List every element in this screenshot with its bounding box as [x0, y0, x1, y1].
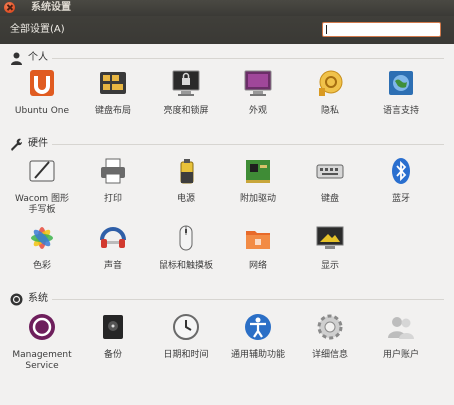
settings-item-mouse-touchpad[interactable]: 鼠标和触摸板 — [154, 223, 218, 272]
appearance-icon — [244, 70, 272, 96]
item-label: 备份 — [103, 350, 122, 360]
settings-item-brightness-lock[interactable]: 亮度和锁屏 — [154, 68, 218, 117]
close-button[interactable] — [4, 2, 15, 13]
window-title: 系统设置 — [31, 2, 71, 13]
settings-item-accessibility[interactable]: 通用辅助功能 — [226, 312, 290, 361]
network-icon — [246, 231, 270, 249]
keyboard-layout-icon — [100, 72, 126, 94]
item-label: 声音 — [103, 261, 122, 271]
search-input[interactable] — [322, 22, 441, 37]
language-support-icon — [389, 71, 413, 95]
settings-item-keyboard[interactable]: 键盘 — [298, 156, 362, 205]
mouse-touchpad-icon — [179, 225, 193, 251]
keyboard-icon — [316, 164, 344, 179]
privacy-icon — [319, 70, 343, 96]
settings-item-management-service[interactable]: Management Service — [10, 312, 74, 372]
ubuntu-logo-icon — [10, 293, 23, 306]
item-label: 键盘 — [320, 194, 339, 204]
item-label: 附加驱动 — [239, 194, 276, 204]
settings-panel: 个人 Ubuntu One 键盘布局 亮度和锁屏 外观 隐私 语言支持 硬件 W… — [0, 44, 454, 405]
settings-item-backup[interactable]: 备份 — [81, 312, 145, 361]
item-label: 鼠标和触摸板 — [158, 261, 213, 271]
section-title-system: 系统 — [28, 293, 48, 304]
section-divider — [52, 58, 444, 59]
item-label: 用户账户 — [382, 350, 419, 360]
settings-item-details[interactable]: 详细信息 — [298, 312, 362, 361]
item-label: 显示 — [320, 261, 339, 271]
user-accounts-icon — [388, 317, 414, 339]
settings-item-wacom[interactable]: Wacom 图形 手写板 — [10, 156, 74, 216]
system-settings-window: 系统设置 全部设置(A) 个人 Ubuntu One 键盘布局 亮度和锁屏 外观… — [0, 0, 454, 405]
item-label: 打印 — [103, 194, 122, 204]
settings-item-power[interactable]: 电源 — [154, 156, 218, 205]
settings-item-appearance[interactable]: 外观 — [226, 68, 290, 117]
backup-icon — [103, 315, 123, 339]
section-divider — [52, 299, 444, 300]
brightness-lock-icon — [172, 70, 200, 96]
wrench-icon — [11, 138, 23, 151]
item-label: Management Service — [12, 350, 72, 371]
title-bar: 系统设置 — [0, 0, 454, 16]
text-cursor — [326, 25, 327, 34]
settings-item-language-support[interactable]: 语言支持 — [369, 68, 433, 117]
settings-item-printer[interactable]: 打印 — [81, 156, 145, 205]
management-service-icon — [29, 314, 55, 340]
settings-item-date-time[interactable]: 日期和时间 — [154, 312, 218, 361]
settings-item-network[interactable]: 网络 — [226, 223, 290, 272]
item-label: 键盘布局 — [94, 106, 131, 116]
wacom-tablet-icon — [29, 160, 55, 182]
settings-item-additional-drivers[interactable]: 附加驱动 — [226, 156, 290, 205]
item-label: 通用辅助功能 — [230, 350, 285, 360]
person-icon — [11, 52, 22, 65]
item-label: Ubuntu One — [14, 106, 70, 116]
item-label: Wacom 图形 手写板 — [15, 194, 69, 215]
power-icon — [180, 159, 194, 184]
item-label: 日期和时间 — [163, 350, 209, 360]
date-time-icon — [173, 314, 199, 340]
item-label: 语言支持 — [382, 106, 419, 116]
section-divider — [52, 144, 444, 145]
settings-item-display[interactable]: 显示 — [298, 223, 362, 272]
ubuntu-one-icon — [30, 70, 54, 96]
accessibility-icon — [245, 314, 271, 340]
sound-icon — [100, 227, 126, 248]
settings-item-privacy[interactable]: 隐私 — [298, 68, 362, 117]
item-label: 网络 — [248, 261, 267, 271]
settings-item-sound[interactable]: 声音 — [81, 223, 145, 272]
item-label: 隐私 — [320, 106, 339, 116]
color-icon — [31, 227, 53, 249]
item-label: 详细信息 — [311, 350, 348, 360]
settings-item-user-accounts[interactable]: 用户账户 — [369, 312, 433, 361]
printer-icon — [101, 158, 125, 184]
section-title-personal: 个人 — [28, 52, 48, 63]
item-label: 外观 — [248, 106, 267, 116]
display-icon — [316, 226, 344, 249]
settings-item-color[interactable]: 色彩 — [10, 223, 74, 272]
bluetooth-icon — [392, 158, 410, 184]
item-label: 亮度和锁屏 — [163, 106, 209, 116]
all-settings-button[interactable]: 全部设置(A) — [7, 22, 68, 38]
settings-item-ubuntu-one[interactable]: Ubuntu One — [10, 68, 74, 117]
item-label: 电源 — [176, 194, 195, 204]
additional-drivers-icon — [246, 160, 270, 183]
section-title-hardware: 硬件 — [28, 138, 48, 149]
settings-item-bluetooth[interactable]: 蓝牙 — [369, 156, 433, 205]
item-label: 色彩 — [32, 261, 51, 271]
settings-item-keyboard-layout[interactable]: 键盘布局 — [81, 68, 145, 117]
item-label: 蓝牙 — [391, 194, 410, 204]
details-icon — [317, 314, 343, 340]
